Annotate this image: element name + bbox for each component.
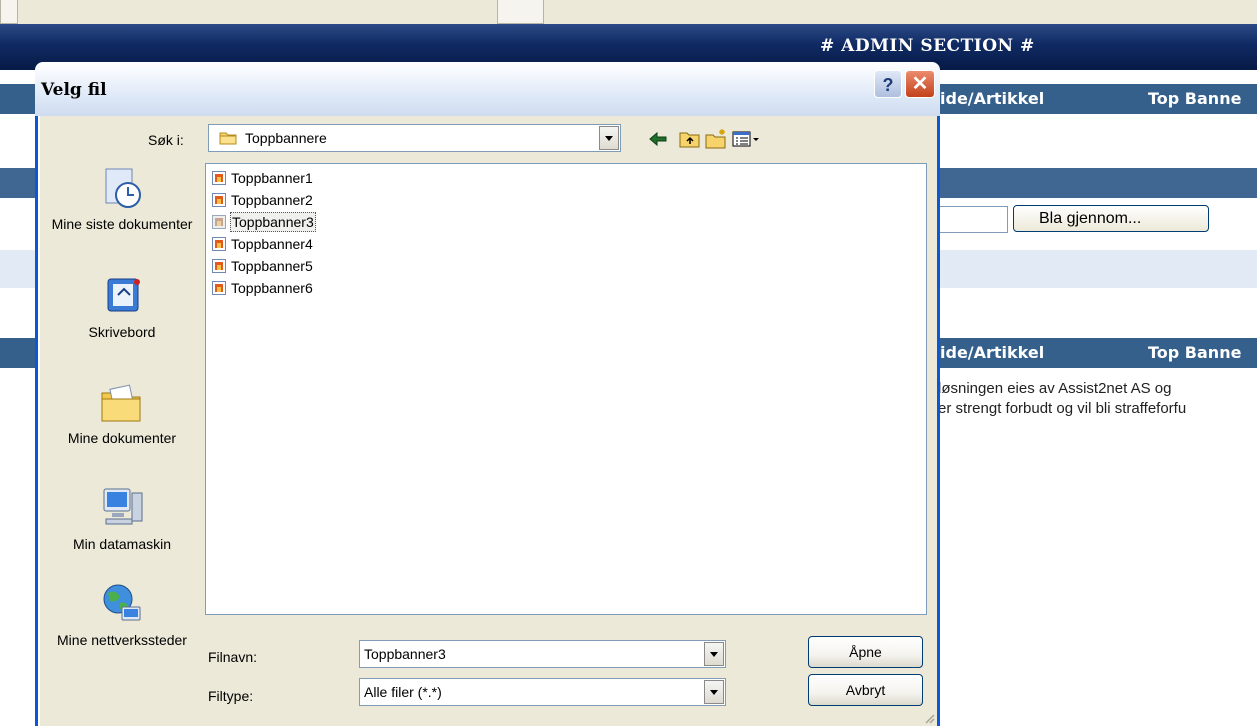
close-button[interactable]: ✕ — [905, 70, 935, 98]
file-name: Toppbanner6 — [231, 280, 313, 296]
file-name: Toppbanner2 — [231, 192, 313, 208]
cancel-button[interactable]: Avbryt — [808, 674, 923, 706]
place-label-recent: Mine siste dokumenter — [51, 216, 193, 232]
network-places-icon — [103, 584, 141, 621]
filename-value: Toppbanner3 — [364, 646, 446, 662]
places-bar: Mine siste dokumenter Skrivebord Mine do… — [41, 161, 203, 721]
my-documents-icon — [101, 384, 141, 422]
look-in-value: Toppbannere — [245, 130, 327, 146]
browser-tab[interactable] — [497, 0, 544, 24]
dialog-title-bar[interactable]: Velg fil ? ✕ — [35, 62, 940, 116]
my-computer-icon — [103, 488, 143, 525]
copyright-line-2: er strengt forbudt og vil bli straffefor… — [938, 400, 1187, 417]
filetype-value: Alle filer (*.*) — [364, 684, 442, 700]
nav-item-side-artikkel[interactable]: ide/Artikkel — [940, 89, 1044, 108]
open-button[interactable]: Åpne — [808, 636, 923, 668]
file-name: Toppbanner3 — [230, 212, 316, 232]
help-button[interactable]: ? — [874, 70, 902, 98]
image-file-icon — [212, 171, 226, 185]
file-name: Toppbanner1 — [231, 170, 313, 186]
dialog-title: Velg fil — [41, 80, 107, 100]
place-label-network: Mine nettverkssteder — [57, 632, 187, 648]
browser-top-strip — [0, 0, 1257, 25]
nav-item-top-banner[interactable]: Top Banne — [1148, 89, 1241, 108]
filename-combo[interactable]: Toppbanner3 — [359, 640, 726, 668]
look-in-label: Søk i: — [148, 132, 184, 148]
place-network[interactable]: Mine nettverkssteder — [41, 581, 203, 649]
filetype-label: Filtype: — [208, 688, 254, 704]
file-name: Toppbanner4 — [231, 236, 313, 252]
place-label-desktop: Skrivebord — [88, 324, 156, 340]
back-icon[interactable] — [646, 128, 670, 150]
browse-button[interactable]: Bla gjennom... — [1013, 205, 1209, 232]
browser-tab-edge[interactable] — [0, 0, 18, 24]
file-list[interactable]: Toppbanner1 Toppbanner2 Toppbanner3 Topp… — [205, 163, 927, 615]
image-file-icon — [212, 193, 226, 207]
place-my-computer[interactable]: Min datamaskin — [41, 485, 203, 553]
folder-icon — [219, 132, 237, 145]
file-open-dialog: Velg fil ? ✕ Søk i: Toppbannere Mine sis… — [35, 62, 940, 726]
image-file-icon — [212, 259, 226, 273]
dialog-body-edge — [38, 116, 40, 726]
filename-label: Filnavn: — [208, 649, 258, 665]
nav-item-side-artikkel-bottom[interactable]: ide/Artikkel — [940, 343, 1044, 362]
look-in-combo[interactable]: Toppbannere — [208, 124, 621, 152]
place-label-my-computer: Min datamaskin — [72, 536, 172, 552]
file-path-input[interactable] — [935, 206, 1008, 233]
place-my-documents[interactable]: Mine dokumenter — [41, 379, 203, 447]
place-label-my-documents: Mine dokumenter — [67, 430, 177, 446]
place-desktop[interactable]: Skrivebord — [41, 273, 203, 341]
resize-grip-icon[interactable] — [923, 712, 935, 724]
look-in-dropdown-arrow[interactable] — [599, 126, 619, 150]
filename-dropdown-arrow[interactable] — [704, 642, 724, 666]
new-folder-icon[interactable] — [704, 128, 728, 150]
copyright-line-1: løsningen eies av Assist2net AS og — [938, 380, 1172, 397]
place-recent-documents[interactable]: Mine siste dokumenter — [41, 165, 203, 233]
nav-item-top-banner-bottom[interactable]: Top Banne — [1148, 343, 1241, 362]
recent-documents-icon — [105, 168, 141, 208]
filetype-dropdown-arrow[interactable] — [704, 680, 724, 704]
view-menu-icon[interactable] — [731, 128, 761, 150]
dialog-body: Søk i: Toppbannere Mine siste dokumenter… — [38, 116, 937, 726]
desktop-icon — [107, 278, 140, 312]
image-file-icon — [212, 237, 226, 251]
filetype-combo[interactable]: Alle filer (*.*) — [359, 678, 726, 706]
file-name: Toppbanner5 — [231, 258, 313, 274]
image-file-icon — [212, 281, 226, 295]
admin-section-title: # ADMIN SECTION # — [820, 36, 1035, 56]
up-folder-icon[interactable] — [678, 128, 702, 150]
image-file-icon — [212, 215, 226, 229]
